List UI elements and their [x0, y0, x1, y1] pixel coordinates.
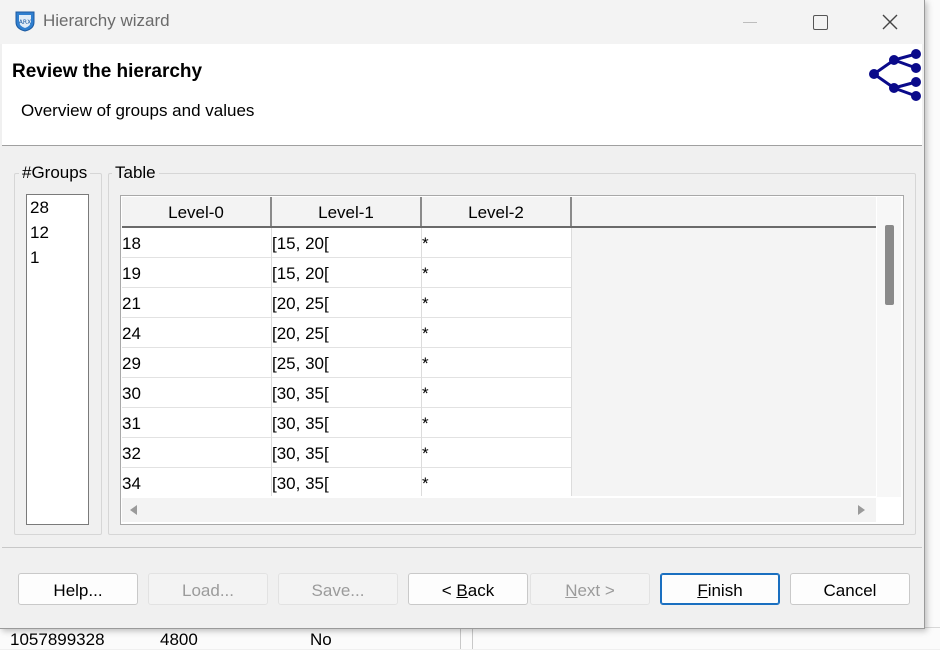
vertical-scrollbar[interactable]: [877, 197, 901, 497]
horizontal-scrollbar[interactable]: [122, 498, 876, 522]
table-row[interactable]: 19 [15, 20[*: [122, 258, 876, 288]
table-cell[interactable]: 31: [122, 408, 272, 438]
table-empty-area: [572, 318, 876, 348]
footer-divider: [2, 547, 922, 548]
table-cell[interactable]: [15, 20[: [272, 228, 422, 258]
finish-button[interactable]: Finish: [660, 573, 780, 605]
back-mnemonic: B: [456, 581, 468, 600]
table-cell[interactable]: [30, 35[: [272, 438, 422, 468]
hierarchy-icon: [869, 49, 921, 101]
groups-list-item[interactable]: 1: [27, 245, 88, 270]
table-cell[interactable]: *: [422, 408, 572, 438]
close-icon: [882, 14, 898, 30]
table-cell[interactable]: 30: [122, 378, 272, 408]
wizard-header: Review the hierarchy Overview of groups …: [2, 44, 922, 146]
table-empty-area: [572, 348, 876, 378]
table-cell[interactable]: [25, 30[: [272, 348, 422, 378]
help-button[interactable]: Help...: [18, 573, 138, 605]
column-header-level-0[interactable]: Level-0: [122, 197, 272, 226]
scroll-left-icon[interactable]: [130, 505, 137, 515]
table-cell[interactable]: *: [422, 348, 572, 378]
bg-cell: 1057899328: [10, 630, 105, 649]
groups-list[interactable]: 28 12 1: [26, 194, 89, 525]
back-prefix: <: [441, 581, 457, 600]
table-cell[interactable]: [30, 35[: [272, 378, 422, 408]
table-empty-area: [572, 408, 876, 438]
table-cell[interactable]: *: [422, 378, 572, 408]
bg-cell: No: [310, 630, 332, 649]
table-cell[interactable]: 21: [122, 288, 272, 318]
window-title: Hierarchy wizard: [43, 11, 170, 30]
table-cell[interactable]: *: [422, 468, 572, 496]
table-empty-area: [572, 438, 876, 468]
table-header: Level-0 Level-1 Level-2: [122, 197, 876, 228]
table-cell[interactable]: [20, 25[: [272, 288, 422, 318]
title-bar[interactable]: ARX Hierarchy wizard: [0, 0, 924, 44]
maximize-icon: [812, 14, 828, 30]
scrollbar-thumb[interactable]: [885, 225, 894, 305]
logo-text: ARX: [19, 19, 31, 26]
table-row[interactable]: 34 [30, 35[*: [122, 468, 876, 496]
column-header-level-2[interactable]: Level-2: [422, 197, 572, 226]
table-cell[interactable]: [20, 25[: [272, 318, 422, 348]
hierarchy-wizard-dialog: ARX Hierarchy wizard Review the hierarch…: [0, 0, 925, 629]
load-button[interactable]: Load...: [148, 573, 268, 605]
table-body: 18 [15, 20[* 19 [15, 20[* 21 [20, 25[* 24 [20, …: [122, 228, 876, 496]
next-mnemonic: N: [565, 581, 578, 600]
back-button[interactable]: < Back: [408, 573, 528, 605]
cancel-button[interactable]: Cancel: [790, 573, 910, 605]
next-label: ext >: [577, 581, 615, 600]
save-button[interactable]: Save...: [278, 573, 398, 605]
table-cell[interactable]: *: [422, 258, 572, 288]
bg-cell: 4800: [160, 630, 198, 649]
bg-table-row: 1057899328 4800 No: [0, 628, 940, 649]
table-cell[interactable]: 24: [122, 318, 272, 348]
groups-list-item[interactable]: 28: [27, 195, 88, 220]
scroll-right-icon[interactable]: [858, 505, 865, 515]
maximize-button[interactable]: [785, 0, 855, 44]
table-cell[interactable]: 32: [122, 438, 272, 468]
table-row[interactable]: 31 [30, 35[*: [122, 408, 876, 438]
table-row[interactable]: 29 [25, 30[*: [122, 348, 876, 378]
table-cell[interactable]: *: [422, 438, 572, 468]
table-cell[interactable]: [30, 35[: [272, 408, 422, 438]
finish-mnemonic: F: [697, 581, 708, 600]
minimize-icon: [743, 21, 757, 23]
table-label: Table: [112, 163, 159, 183]
table-empty-area: [572, 468, 876, 496]
page-subtitle: Overview of groups and values: [21, 101, 255, 120]
table-cell[interactable]: [15, 20[: [272, 258, 422, 288]
table-row[interactable]: 21 [20, 25[*: [122, 288, 876, 318]
table-empty-area: [572, 228, 876, 258]
table-cell[interactable]: 18: [122, 228, 272, 258]
table-empty-area: [572, 288, 876, 318]
table-cell[interactable]: 34: [122, 468, 272, 496]
close-button[interactable]: [855, 0, 925, 44]
table-row[interactable]: 18 [15, 20[*: [122, 228, 876, 258]
table-cell[interactable]: 19: [122, 258, 272, 288]
table-cell[interactable]: *: [422, 318, 572, 348]
table-cell[interactable]: *: [422, 288, 572, 318]
column-header-level-1[interactable]: Level-1: [272, 197, 422, 226]
page-title: Review the hierarchy: [12, 61, 203, 82]
arx-logo-icon: ARX: [15, 11, 35, 32]
hierarchy-table[interactable]: Level-0 Level-1 Level-2 18 [15, 20[* 19 [15…: [120, 195, 904, 525]
wizard-content: #Groups 28 12 1 Table Level-0 Level-1 Le…: [2, 147, 922, 547]
table-row[interactable]: 32 [30, 35[*: [122, 438, 876, 468]
groups-list-item[interactable]: 12: [27, 220, 88, 245]
next-button[interactable]: Next >: [530, 573, 650, 605]
minimize-button[interactable]: [715, 0, 785, 44]
table-cell[interactable]: [30, 35[: [272, 468, 422, 496]
table-cell[interactable]: *: [422, 228, 572, 258]
table-empty-area: [572, 258, 876, 288]
table-row[interactable]: 24 [20, 25[*: [122, 318, 876, 348]
back-label: ack: [467, 581, 495, 600]
table-row[interactable]: 30 [30, 35[*: [122, 378, 876, 408]
groups-label: #Groups: [19, 163, 91, 183]
table-empty-area: [572, 378, 876, 408]
finish-label: inish: [707, 581, 743, 600]
table-cell[interactable]: 29: [122, 348, 272, 378]
